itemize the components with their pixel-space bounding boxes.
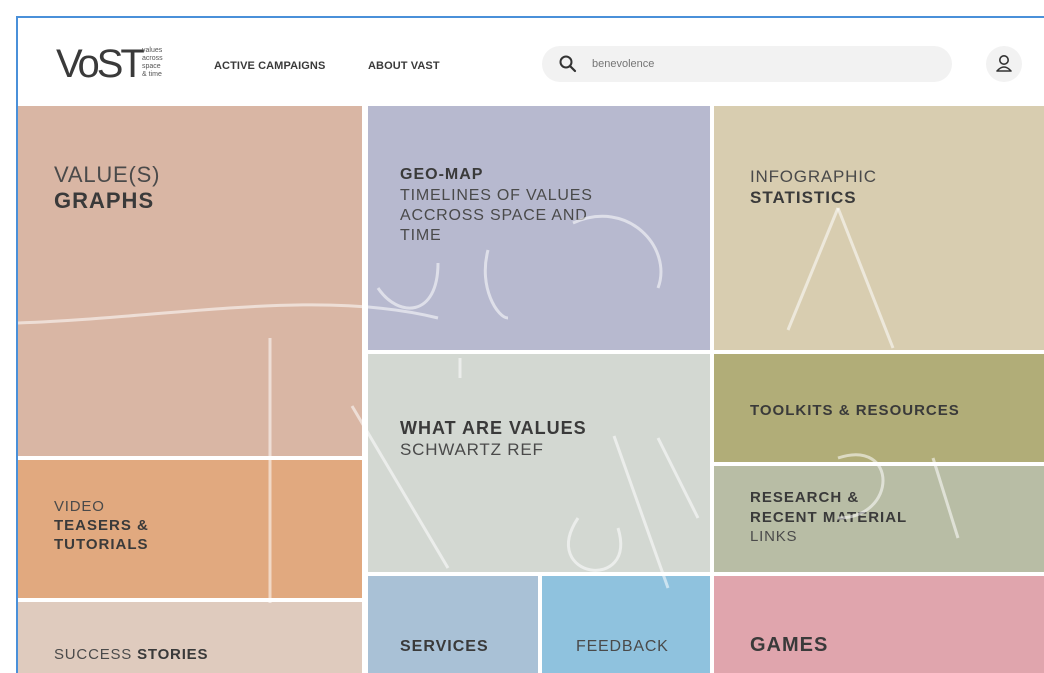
tile-services[interactable]: SERVICES <box>368 576 538 673</box>
tile-games[interactable]: GAMES <box>714 576 1044 673</box>
tile-infographic[interactable]: INFOGRAPHIC STATISTICS <box>714 106 1044 350</box>
logo-tagline-line: values <box>142 47 163 54</box>
search-input[interactable] <box>592 54 932 74</box>
user-account-button[interactable] <box>986 46 1022 82</box>
nav-active-campaigns[interactable]: ACTIVE CAMPAIGNS <box>214 60 325 72</box>
tile-video-line2: TEASERS & <box>54 517 149 534</box>
tile-research-line1: RESEARCH & <box>750 489 860 506</box>
tile-feedback[interactable]: FEEDBACK <box>542 576 710 673</box>
tile-infographic-line1: INFOGRAPHIC <box>750 167 877 186</box>
search-bar[interactable] <box>542 46 952 82</box>
nav-about-vast[interactable]: ABOUT VAST <box>368 60 440 72</box>
tile-geo-map-sub2: ACCROSS SPACE AND <box>400 207 588 224</box>
logo-tagline-line: space <box>142 63 161 70</box>
tile-services-title: SERVICES <box>400 638 489 655</box>
logo-wordmark: VoST <box>56 42 145 86</box>
tile-what-are-values-title: WHAT ARE VALUES <box>400 418 587 438</box>
vast-logo[interactable]: VoST values across space & time <box>56 44 184 84</box>
tile-toolkits[interactable]: TOOLKITS & RESOURCES <box>714 354 1044 462</box>
tile-infographic-line2: STATISTICS <box>750 188 857 207</box>
page-frame: VoST values across space & time ACTIVE C… <box>16 16 1044 673</box>
logo-tagline-line: across <box>142 55 163 62</box>
tile-success-bold: STORIES <box>137 646 209 663</box>
tile-research-line2: RECENT MATERIAL <box>750 509 908 526</box>
tile-research-line3: LINKS <box>750 528 798 545</box>
tile-video[interactable]: VIDEO TEASERS & TUTORIALS <box>18 460 362 598</box>
tile-video-line3: TUTORIALS <box>54 536 149 553</box>
tile-success-stories[interactable]: SUCCESS STORIES <box>18 602 362 673</box>
tile-geo-map[interactable]: GEO-MAP TIMELINES OF VALUES ACCROSS SPAC… <box>368 106 710 350</box>
user-icon <box>996 55 1012 72</box>
tile-success-light: SUCCESS <box>54 646 133 663</box>
tile-geo-map-sub1: TIMELINES OF VALUES <box>400 187 593 204</box>
tile-value-graphs-line2: GRAPHS <box>54 188 155 213</box>
tile-what-are-values-sub: SCHWARTZ REF <box>400 440 544 459</box>
tile-geo-map-title: GEO-MAP <box>400 166 484 183</box>
tile-research[interactable]: RESEARCH & RECENT MATERIAL LINKS <box>714 466 1044 572</box>
logo-tagline: values across space & time <box>142 47 182 79</box>
top-header: VoST values across space & time ACTIVE C… <box>18 18 1044 106</box>
tile-toolkits-title: TOOLKITS & RESOURCES <box>750 402 960 419</box>
tile-video-line1: VIDEO <box>54 498 105 515</box>
tile-value-graphs[interactable]: VALUE(S) GRAPHS <box>18 106 362 456</box>
tile-games-title: GAMES <box>750 634 829 656</box>
logo-tagline-line: & time <box>142 71 162 78</box>
tile-feedback-title: FEEDBACK <box>576 638 669 655</box>
tile-what-are-values[interactable]: WHAT ARE VALUES SCHWARTZ REF <box>368 354 710 572</box>
tile-value-graphs-line1: VALUE(S) <box>54 162 161 187</box>
tile-geo-map-sub3: TIME <box>400 227 442 244</box>
search-icon[interactable] <box>559 55 577 73</box>
